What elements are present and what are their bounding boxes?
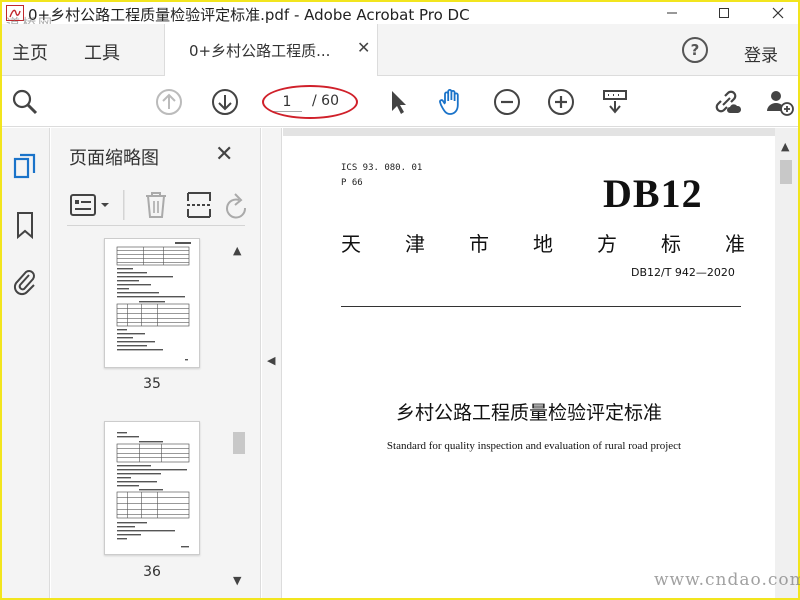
- hand-tool-icon[interactable]: [436, 87, 466, 117]
- pdf-page: ICS 93. 080. 01 P 66 DB12 天 津 市 地 方 标 准 …: [283, 136, 775, 598]
- next-page-icon[interactable]: [210, 87, 240, 117]
- document-view: ICS 93. 080. 01 P 66 DB12 天 津 市 地 方 标 准 …: [283, 128, 798, 598]
- tools-tab[interactable]: 工具: [84, 39, 120, 65]
- thumbnail-page-number: 35: [143, 376, 161, 392]
- close-window-button[interactable]: [760, 2, 796, 24]
- toolbar-divider: [123, 190, 125, 220]
- heading-char: 市: [469, 232, 489, 256]
- attachments-icon[interactable]: [10, 266, 40, 296]
- ccs-code: P 66: [341, 178, 363, 188]
- zoom-out-icon[interactable]: [492, 87, 522, 117]
- home-tab[interactable]: 主页: [12, 39, 48, 65]
- standard-number: DB12/T 942—2020: [631, 266, 735, 279]
- select-arrow-icon[interactable]: [384, 87, 414, 117]
- thumbnails-panel: 页面缩略图 ✕ 35 36 ▲ ▼: [51, 128, 261, 598]
- page-thumbnail[interactable]: [104, 238, 200, 368]
- standard-title-en: Standard for quality inspection and eval…: [386, 440, 682, 452]
- help-button[interactable]: ?: [682, 37, 708, 63]
- toolbar: / 60: [2, 77, 798, 127]
- scroll-up-icon[interactable]: ▲: [233, 244, 241, 257]
- window-title: 0+乡村公路工程质量检验评定标准.pdf - Adobe Acrobat Pro…: [28, 6, 470, 24]
- close-panel-icon[interactable]: ✕: [215, 142, 233, 167]
- scroll-down-icon[interactable]: ▼: [233, 574, 241, 587]
- standard-title-cn: 乡村公路工程质量检验评定标准: [395, 402, 662, 424]
- thumbnail-page-number: 36: [143, 564, 161, 580]
- search-icon[interactable]: [10, 87, 40, 117]
- page-thumbnails-icon[interactable]: [10, 152, 40, 182]
- add-user-icon[interactable]: [764, 87, 794, 117]
- page-navigator: / 60: [262, 85, 358, 119]
- collapse-left-icon: ◀: [267, 354, 276, 367]
- rotate-page-icon[interactable]: [225, 190, 247, 220]
- zoom-in-icon[interactable]: [546, 87, 576, 117]
- page-thumbnail-preview: [116, 432, 190, 548]
- maximize-button[interactable]: [706, 2, 742, 24]
- minimize-icon: [667, 12, 677, 14]
- panel-title: 页面缩略图: [69, 148, 159, 169]
- scrollbar-thumb[interactable]: [233, 432, 245, 454]
- login-button[interactable]: 登录: [744, 41, 778, 66]
- highlight-ellipse: [262, 85, 358, 119]
- scroll-up-icon[interactable]: ▲: [781, 140, 789, 153]
- minimize-button[interactable]: [654, 2, 690, 24]
- standard-code: DB12: [603, 171, 703, 216]
- acrobat-window: 0+乡村公路工程质量检验评定标准.pdf - Adobe Acrobat Pro…: [2, 2, 798, 598]
- local-standard-heading: 天 津 市 地 方 标 准: [341, 228, 745, 257]
- thumbnail-options-icon[interactable]: [69, 192, 113, 218]
- close-tab-icon[interactable]: ✕: [357, 38, 370, 57]
- document-tab-label: 0+乡村公路工程质...: [189, 42, 331, 60]
- page-display-icon[interactable]: [600, 87, 630, 117]
- heading-char: 标: [661, 232, 681, 256]
- heading-char: 地: [533, 232, 553, 256]
- share-link-icon[interactable]: [712, 87, 742, 117]
- extract-page-icon[interactable]: [185, 190, 213, 220]
- close-icon: [772, 7, 784, 19]
- heading-char: 津: [405, 232, 425, 256]
- divider-line: [341, 306, 741, 307]
- bookmarks-icon[interactable]: [10, 210, 40, 240]
- ics-code: ICS 93. 080. 01: [341, 163, 423, 173]
- heading-char: 方: [597, 232, 617, 256]
- thumbnail-list: 35 36: [51, 238, 245, 598]
- tab-bar: 主页 工具 0+乡村公路工程质... ✕ ? 登录: [2, 24, 798, 76]
- page-thumbnail[interactable]: [104, 421, 200, 555]
- panel-toolbar: [67, 186, 247, 226]
- delete-page-icon[interactable]: [143, 190, 169, 220]
- document-scrollbar[interactable]: ▲: [775, 128, 798, 598]
- document-tab[interactable]: 0+乡村公路工程质... ✕: [164, 24, 378, 76]
- heading-char: 准: [725, 232, 745, 256]
- heading-char: 天: [341, 232, 361, 256]
- collapse-panel-handle[interactable]: ◀: [262, 128, 282, 598]
- watermark-url: www.cndao.com: [654, 570, 800, 590]
- thumbnail-scrollbar[interactable]: ▲ ▼: [231, 238, 247, 598]
- title-bar: 0+乡村公路工程质量检验评定标准.pdf - Adobe Acrobat Pro…: [2, 2, 798, 33]
- scrollbar-thumb[interactable]: [780, 160, 792, 184]
- page-thumbnail-preview: [116, 242, 191, 361]
- previous-page-icon[interactable]: [154, 87, 184, 117]
- maximize-icon: [719, 8, 729, 18]
- navigation-rail: [2, 128, 50, 598]
